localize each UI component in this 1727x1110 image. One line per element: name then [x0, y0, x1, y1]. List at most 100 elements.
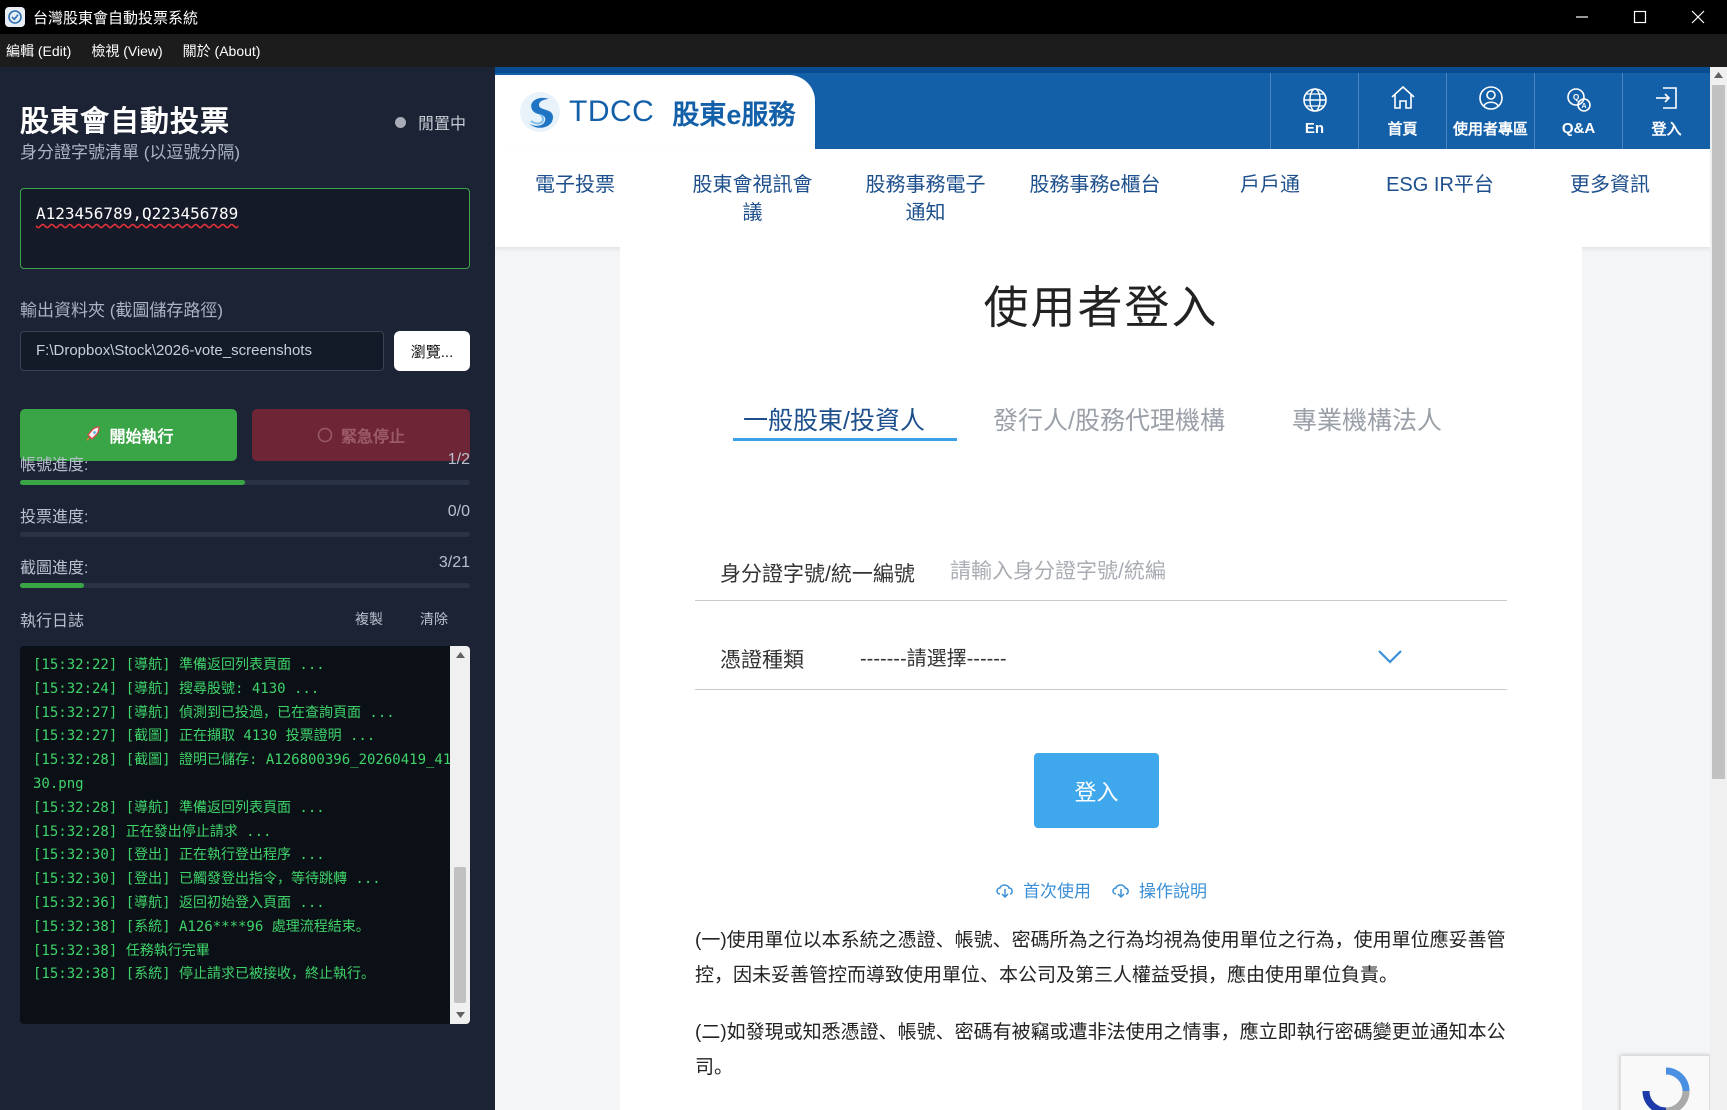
web-view: TDCC 股東e服務 En 首頁 使用者專區 QA Q&A 登入 電子投票 股東…: [495, 67, 1727, 1110]
id-field-label: 身分證字號/統一編號: [720, 563, 915, 586]
scroll-up-icon[interactable]: [450, 646, 470, 664]
home-icon: [1390, 85, 1415, 109]
menu-about[interactable]: 關於 (About): [181, 39, 263, 63]
cert-type-select[interactable]: -------請選擇------: [860, 642, 1007, 671]
screenshot-progress-label: 截圖進度:: [20, 560, 89, 577]
cloud-download-icon: [996, 883, 1013, 898]
copy-log-button[interactable]: 複製: [355, 609, 383, 629]
log-line: [15:32:38] 任務執行完畢: [33, 942, 210, 959]
log-line: [15:32:28] [導航] 準備返回列表頁面 ...: [33, 799, 325, 816]
site-logo[interactable]: TDCC 股東e服務: [495, 75, 815, 149]
recaptcha-badge[interactable]: [1620, 1055, 1710, 1110]
scroll-down-icon[interactable]: [450, 1006, 470, 1024]
qa-icon: QA: [1566, 87, 1591, 112]
nav-user-area[interactable]: 使用者專區: [1446, 73, 1534, 149]
recaptcha-icon: [1642, 1067, 1690, 1110]
nav-video-meeting[interactable]: 股東會視訊會議: [690, 171, 815, 227]
vote-progress-value: 0/0: [447, 503, 470, 520]
window-title: 台灣股東會自動投票系統: [33, 9, 199, 27]
login-icon: [1655, 86, 1677, 109]
guide-label: 操作說明: [1139, 882, 1207, 901]
cloud-download-icon: [1112, 883, 1129, 898]
maximize-button[interactable]: [1611, 0, 1669, 34]
control-panel: 股東會自動投票 閒置中 身分證字號清單 (以逗號分隔) A123456789,Q…: [0, 67, 495, 1110]
log-line: [15:32:38] [系統] 停止請求已被接收，終止執行。: [33, 966, 376, 983]
main-nav: 電子投票 股東會視訊會議 股務事務電子通知 股務事務e櫃台 戶戶通 ESG IR…: [495, 149, 1710, 247]
cert-select-underline: [695, 689, 1507, 690]
first-use-link[interactable]: 首次使用: [995, 877, 1091, 902]
first-use-label: 首次使用: [1023, 882, 1091, 901]
title-bar: 台灣股東會自動投票系統: [0, 0, 1727, 34]
tab-issuer[interactable]: 發行人/股務代理機構: [993, 401, 1225, 437]
globe-icon: [1302, 87, 1327, 112]
log-scrollbar[interactable]: [450, 646, 470, 1024]
tab-institution[interactable]: 專業機構法人: [1292, 401, 1442, 437]
log-line: [15:32:30] [登出] 正在執行登出程序 ...: [33, 847, 325, 864]
app-icon: [5, 7, 25, 27]
account-progress-value: 1/2: [447, 451, 470, 468]
log-line: [15:32:30] [登出] 已觸發登出指令，等待跳轉 ...: [33, 871, 381, 888]
nav-e-voting[interactable]: 電子投票: [527, 171, 623, 199]
account-progress: 帳號進度: 1/2: [20, 451, 470, 475]
log-scroll-thumb[interactable]: [454, 867, 466, 1003]
web-scroll-thumb[interactable]: [1712, 85, 1725, 779]
nav-login-label: 登入: [1651, 120, 1682, 138]
log-line: [15:32:36] [導航] 返回初始登入頁面 ...: [33, 894, 325, 911]
log-line: [15:32:27] [導航] 偵測到已投過，已在查詢頁面 ...: [33, 704, 395, 721]
screenshot-progress-value: 3/21: [438, 554, 470, 571]
vote-progress: 投票進度: 0/0: [20, 503, 470, 527]
clear-log-button[interactable]: 清除: [420, 609, 448, 629]
nav-english[interactable]: En: [1270, 73, 1358, 149]
site-header: TDCC 股東e服務 En 首頁 使用者專區 QA Q&A 登入: [495, 67, 1710, 149]
nav-qa-label: Q&A: [1561, 119, 1596, 137]
tab-shareholder[interactable]: 一般股東/投資人: [743, 401, 925, 437]
output-folder-label: 輸出資料夾 (截圖儲存路徑): [20, 301, 224, 320]
nav-more-info[interactable]: 更多資訊: [1565, 171, 1655, 199]
cert-type-label: 憑證種類: [720, 649, 804, 672]
nav-english-label: En: [1304, 119, 1325, 137]
nav-qa[interactable]: QA Q&A: [1534, 73, 1622, 149]
nav-home[interactable]: 首頁: [1358, 73, 1446, 149]
panel-title: 股東會自動投票: [20, 106, 231, 138]
log-line: [15:32:24] [導航] 搜尋股號: 4130 ...: [33, 680, 320, 697]
id-input[interactable]: 請輸入身分證字號/統編: [950, 555, 1166, 585]
svg-text:A: A: [1581, 103, 1586, 110]
log-line: [15:32:28] 正在發出停止請求 ...: [33, 823, 272, 840]
active-tab-indicator: [733, 438, 957, 441]
vote-progress-bar: [20, 532, 470, 537]
screenshot-progress-bar: [20, 583, 470, 588]
log-output[interactable]: [15:32:22] [導航] 準備返回列表頁面 ... [15:32:24] […: [20, 646, 470, 1024]
close-window-button[interactable]: [1669, 0, 1727, 34]
nav-esg-ir[interactable]: ESG IR平台: [1375, 171, 1505, 199]
stop-button-label: 緊急停止: [340, 429, 405, 446]
status-dot-icon: [395, 116, 406, 128]
login-button[interactable]: 登入: [1034, 753, 1159, 828]
nav-e-counter[interactable]: 股務事務e櫃台: [1025, 171, 1165, 199]
menu-view[interactable]: 檢視 (View): [89, 39, 164, 63]
account-progress-bar: [20, 480, 470, 485]
help-links: 首次使用 操作說明: [620, 877, 1582, 902]
menu-edit[interactable]: 編輯 (Edit): [4, 39, 73, 63]
logo-subtitle: 股東e服務: [672, 99, 796, 130]
web-scrollbar[interactable]: [1710, 67, 1727, 1110]
nav-huhutong[interactable]: 戶戶通: [1230, 171, 1310, 199]
nav-e-notice[interactable]: 股務事務電子通知: [863, 171, 988, 227]
output-path-input[interactable]: F:\Dropbox\Stock\2026-vote_screenshots: [20, 331, 384, 371]
log-line: [15:32:38] [系統] A126****96 處理流程結束。: [33, 918, 370, 935]
minimize-button[interactable]: [1553, 0, 1611, 34]
stop-circle-icon: [317, 427, 333, 443]
id-input-underline: [695, 600, 1507, 601]
guide-link[interactable]: 操作說明: [1111, 877, 1207, 902]
log-header: 執行日誌 複製 清除: [20, 607, 470, 631]
status-text: 閒置中: [418, 116, 467, 133]
nav-login[interactable]: 登入: [1622, 73, 1710, 149]
id-list-input[interactable]: A123456789,Q223456789: [20, 188, 470, 269]
chevron-down-icon[interactable]: [1377, 649, 1403, 665]
logo-text: TDCC: [569, 95, 655, 128]
browse-button[interactable]: 瀏覽...: [394, 331, 470, 371]
nav-home-label: 首頁: [1387, 120, 1418, 138]
web-scroll-up-icon[interactable]: [1710, 67, 1727, 83]
rocket-icon: [83, 426, 101, 444]
login-title: 使用者登入: [983, 282, 1219, 333]
id-list-value: A123456789,Q223456789: [36, 204, 239, 223]
